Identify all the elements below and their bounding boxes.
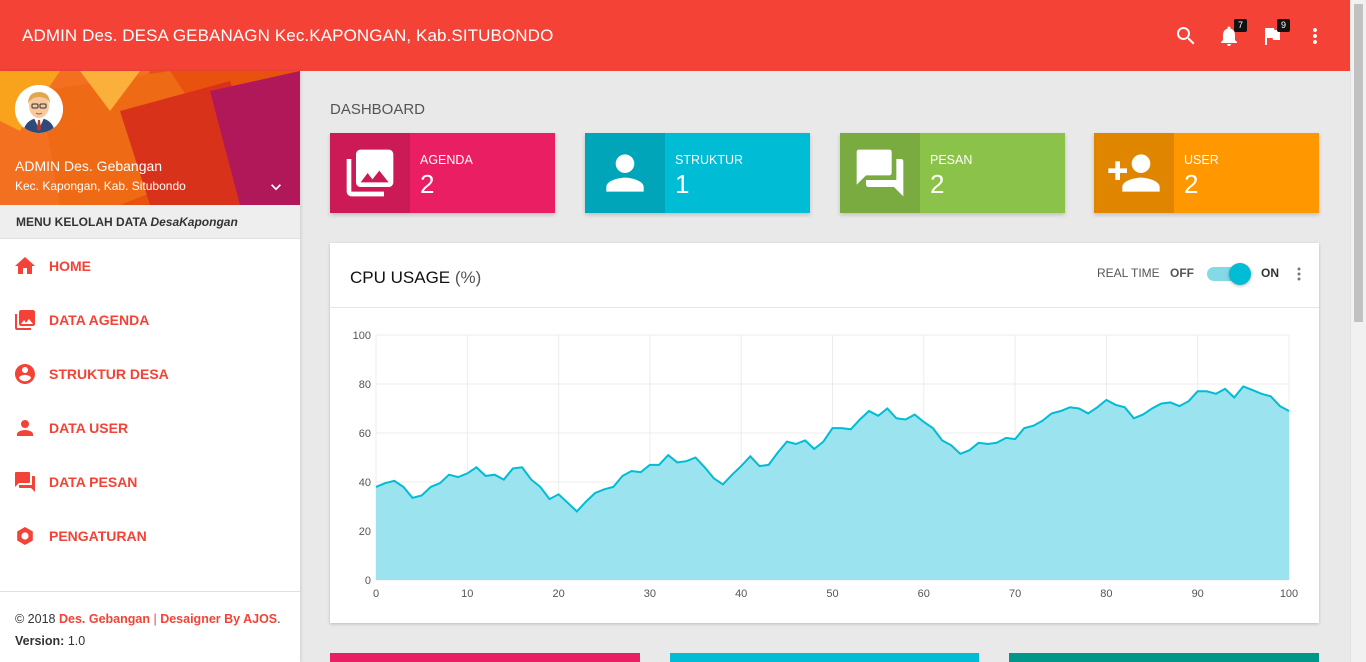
realtime-toggle[interactable] bbox=[1207, 263, 1251, 285]
more-vert-icon[interactable] bbox=[1294, 265, 1304, 283]
info-box-icon bbox=[330, 133, 410, 213]
x-tick-label: 70 bbox=[1009, 588, 1021, 600]
toggle-knob bbox=[1229, 263, 1251, 285]
info-box-value: 2 bbox=[1184, 169, 1199, 199]
version-value: 1.0 bbox=[67, 634, 86, 648]
page-scrollbar[interactable] bbox=[1350, 0, 1366, 662]
info-box-pesan[interactable]: PESAN 2 bbox=[840, 133, 1065, 213]
photo-library-icon bbox=[346, 149, 394, 197]
bottom-info-box-1 bbox=[330, 653, 640, 662]
notification-count-badge: 7 bbox=[1234, 19, 1247, 32]
cpu-usage-chart: 0 20 40 60 80 100 0 10 20 30 40 50 60 70 80 90 100 bbox=[330, 308, 1319, 623]
designer-link[interactable]: Desaigner By AJOS bbox=[160, 612, 277, 626]
person-add-icon bbox=[1108, 154, 1160, 192]
card-title-text: CPU USAGE bbox=[350, 268, 451, 287]
sidebar-item-label: STRUKTUR DESA bbox=[49, 366, 169, 382]
bottom-info-box-2 bbox=[670, 653, 979, 662]
user-location: Kec. Kapongan, Kab. Situbondo bbox=[15, 179, 186, 193]
person-icon bbox=[13, 416, 37, 440]
avatar[interactable] bbox=[15, 85, 63, 133]
info-box-value: 1 bbox=[675, 169, 690, 199]
sidebar-item-label: DATA AGENDA bbox=[49, 312, 150, 328]
info-box-label: AGENDA bbox=[420, 153, 473, 167]
sidebar-item-struktur-desa[interactable]: STRUKTUR DESA bbox=[0, 347, 300, 401]
sidebar-item-label: PENGATURAN bbox=[49, 528, 147, 544]
forum-icon bbox=[856, 149, 904, 197]
cpu-usage-chart-svg: 0 20 40 60 80 100 0 10 20 30 40 50 60 70 80 90 100 bbox=[353, 330, 1299, 600]
home-icon bbox=[13, 254, 37, 278]
account-circle-icon bbox=[13, 362, 37, 386]
settings-icon bbox=[13, 524, 37, 548]
sidebar-footer: © 2018 Des. Gebangan | Desaigner By AJOS… bbox=[0, 591, 300, 652]
forum-icon bbox=[13, 470, 37, 494]
footer-separator: | bbox=[153, 612, 157, 626]
sidebar-item-label: DATA PESAN bbox=[49, 474, 138, 490]
more-vert-icon[interactable] bbox=[1303, 24, 1327, 48]
x-tick-label: 50 bbox=[826, 588, 838, 600]
bottom-info-box-3 bbox=[1009, 653, 1319, 662]
sidebar: ADMIN Des. Gebangan Kec. Kapongan, Kab. … bbox=[0, 71, 300, 662]
page-title: DASHBOARD bbox=[330, 101, 426, 118]
card-title-unit: (%) bbox=[454, 268, 482, 287]
user-info-panel: ADMIN Des. Gebangan Kec. Kapongan, Kab. … bbox=[0, 71, 300, 205]
scrollbar-thumb[interactable] bbox=[1354, 4, 1363, 322]
user-name: ADMIN Des. Gebangan bbox=[15, 158, 163, 174]
y-tick-label: 40 bbox=[359, 477, 371, 489]
info-box-label: USER bbox=[1184, 153, 1219, 167]
sidebar-item-data-pesan[interactable]: DATA PESAN bbox=[0, 455, 300, 509]
top-navbar: ADMIN Des. DESA GEBANAGN Kec.KAPONGAN, K… bbox=[0, 0, 1350, 71]
y-tick-label: 80 bbox=[359, 379, 371, 391]
photo-library-icon bbox=[13, 308, 37, 332]
info-box-icon bbox=[1094, 133, 1174, 213]
flags-button[interactable]: 9 bbox=[1260, 19, 1290, 48]
copyright-text: © 2018 bbox=[15, 612, 56, 626]
info-box-label: STRUKTUR bbox=[675, 153, 744, 167]
flag-count-badge: 9 bbox=[1277, 19, 1290, 32]
realtime-on-label: ON bbox=[1261, 266, 1279, 280]
y-tick-label: 0 bbox=[365, 575, 371, 587]
x-tick-label: 80 bbox=[1100, 588, 1112, 600]
sidebar-item-data-agenda[interactable]: DATA AGENDA bbox=[0, 293, 300, 347]
x-tick-label: 90 bbox=[1192, 588, 1204, 600]
x-tick-label: 30 bbox=[644, 588, 656, 600]
y-tick-label: 100 bbox=[353, 330, 371, 342]
x-tick-label: 10 bbox=[461, 588, 473, 600]
info-box-label: PESAN bbox=[930, 153, 973, 167]
person-icon bbox=[606, 154, 644, 192]
x-tick-label: 0 bbox=[373, 588, 379, 600]
menu-header-village: DesaKapongan bbox=[150, 215, 238, 229]
notifications-button[interactable]: 7 bbox=[1217, 19, 1247, 48]
info-box-agenda[interactable]: AGENDA 2 bbox=[330, 133, 555, 213]
info-box-icon bbox=[585, 133, 665, 213]
user-menu-toggle[interactable] bbox=[266, 177, 286, 197]
sidebar-item-pengaturan[interactable]: PENGATURAN bbox=[0, 509, 300, 563]
info-box-icon bbox=[840, 133, 920, 213]
cpu-usage-card: CPU USAGE (%) REAL TIME OFF ON 0 20 40 60 80… bbox=[330, 243, 1319, 623]
info-box-value: 2 bbox=[930, 169, 945, 199]
y-tick-label: 60 bbox=[359, 428, 371, 440]
x-tick-label: 60 bbox=[918, 588, 930, 600]
menu-header: MENU KELOLAH DATA DesaKapongan bbox=[0, 205, 300, 239]
sidebar-item-home[interactable]: HOME bbox=[0, 239, 300, 293]
footer-period: . bbox=[277, 612, 281, 626]
y-tick-label: 20 bbox=[359, 526, 371, 538]
sidebar-item-data-user[interactable]: DATA USER bbox=[0, 401, 300, 455]
version-label: Version: bbox=[15, 634, 65, 648]
site-name-link[interactable]: Des. Gebangan bbox=[59, 612, 150, 626]
search-icon[interactable] bbox=[1174, 24, 1198, 48]
x-tick-label: 100 bbox=[1280, 588, 1298, 600]
info-box-value: 2 bbox=[420, 169, 435, 199]
realtime-off-label: OFF bbox=[1170, 266, 1194, 280]
sidebar-item-label: DATA USER bbox=[49, 420, 129, 436]
info-box-user[interactable]: USER 2 bbox=[1094, 133, 1319, 213]
chevron-down-icon bbox=[271, 184, 281, 191]
realtime-label: REAL TIME bbox=[1097, 266, 1160, 280]
card-title: CPU USAGE (%) bbox=[350, 268, 481, 288]
info-box-struktur[interactable]: STRUKTUR 1 bbox=[585, 133, 810, 213]
x-tick-label: 40 bbox=[735, 588, 747, 600]
app-title[interactable]: ADMIN Des. DESA GEBANAGN Kec.KAPONGAN, K… bbox=[22, 26, 553, 46]
menu-header-label: MENU KELOLAH DATA bbox=[16, 215, 148, 229]
x-tick-label: 20 bbox=[552, 588, 564, 600]
sidebar-item-label: HOME bbox=[49, 258, 91, 274]
